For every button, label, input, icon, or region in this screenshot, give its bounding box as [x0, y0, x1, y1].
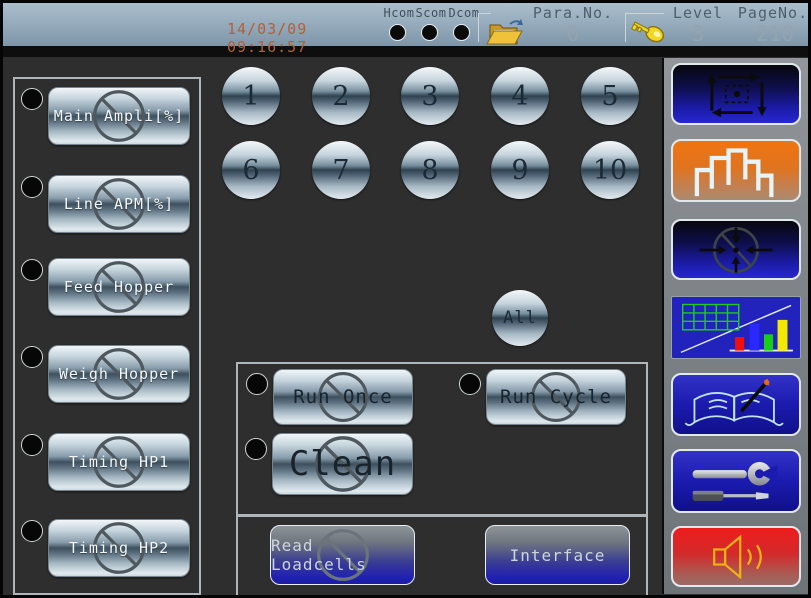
- scom-label: Scom: [413, 6, 449, 20]
- hcom-label: Hcom: [381, 6, 417, 20]
- head-10-button[interactable]: 10: [581, 141, 639, 199]
- scom-indicator-led: [421, 24, 438, 41]
- head-9-button[interactable]: 9: [491, 141, 549, 199]
- head-8-button[interactable]: 8: [401, 141, 459, 199]
- line-apm-button[interactable]: Line APM[%]: [48, 175, 190, 233]
- run-cycle-led: [459, 373, 481, 395]
- run-cycle-button[interactable]: Run Cycle: [486, 369, 626, 425]
- head-7-label: 7: [332, 155, 349, 186]
- head-all-button[interactable]: All: [492, 290, 548, 346]
- para-no-label: Para.No.: [531, 4, 615, 22]
- datetime-display: 14/03/09 09:16:57: [227, 20, 387, 56]
- main-ampli-led: [21, 88, 43, 110]
- open-folder-icon[interactable]: [484, 17, 526, 53]
- log-book-icon: [678, 377, 794, 433]
- hopper-adjust-panel: [13, 77, 201, 595]
- read-loadcells-label: Read Loadcells: [271, 536, 414, 574]
- main-ampli-button[interactable]: Main Ampli[%]: [48, 87, 190, 145]
- timing-hp2-led: [21, 520, 43, 542]
- timing-hp1-label: Timing HP1: [69, 453, 169, 471]
- interface-button[interactable]: Interface: [485, 525, 630, 585]
- dcom-indicator-led: [453, 24, 470, 41]
- nav-hopper-timing-button[interactable]: [671, 139, 801, 202]
- hmi-screen: 14/03/09 09:16:57 Hcom Scom Dcom Para.No…: [0, 0, 811, 598]
- timing-hp2-button[interactable]: Timing HP2: [48, 519, 190, 577]
- speaker-icon: [680, 531, 792, 583]
- head-6-button[interactable]: 6: [222, 141, 280, 199]
- head-10-label: 10: [593, 155, 627, 186]
- weigh-hopper-label: Weigh Hopper: [59, 365, 179, 383]
- head-3-label: 3: [421, 81, 438, 112]
- feed-hopper-led: [21, 259, 43, 281]
- key-icon[interactable]: [627, 19, 669, 53]
- weigh-hopper-button[interactable]: Weigh Hopper: [48, 345, 190, 403]
- head-5-label: 5: [601, 81, 618, 112]
- run-cycle-label: Run Cycle: [500, 386, 612, 408]
- nav-target-converge-button[interactable]: [671, 219, 801, 280]
- head-4-label: 4: [511, 81, 528, 112]
- head-6-label: 6: [242, 155, 259, 186]
- nav-log-book-button[interactable]: [671, 373, 801, 436]
- timing-hp1-led: [21, 434, 43, 456]
- hopper-timing-icon: [680, 144, 792, 198]
- clean-led: [245, 438, 267, 460]
- data-chart-icon: [674, 300, 798, 356]
- line-apm-label: Line APM[%]: [64, 195, 174, 213]
- feed-hopper-label: Feed Hopper: [64, 278, 174, 296]
- head-all-label: All: [503, 308, 537, 328]
- timing-hp2-label: Timing HP2: [69, 539, 169, 557]
- head-5-button[interactable]: 5: [581, 67, 639, 125]
- nav-speaker-button[interactable]: [671, 526, 801, 587]
- main-ampli-label: Main Ampli[%]: [54, 107, 184, 125]
- page-no-label: PageNo.: [737, 4, 809, 22]
- head-3-button[interactable]: 3: [401, 67, 459, 125]
- top-bar-divider: [3, 46, 808, 57]
- clean-button[interactable]: Clean: [272, 433, 413, 495]
- read-loadcells-button[interactable]: Read Loadcells: [270, 525, 415, 585]
- run-once-button[interactable]: Run Once: [273, 369, 413, 425]
- target-converge-icon: [680, 224, 792, 276]
- head-1-label: 1: [242, 81, 259, 112]
- nav-data-chart-button[interactable]: [671, 296, 801, 359]
- weigh-hopper-led: [21, 346, 43, 368]
- head-1-button[interactable]: 1: [222, 67, 280, 125]
- clean-label: Clean: [289, 444, 396, 484]
- nav-tools-button[interactable]: [671, 449, 801, 513]
- head-9-label: 9: [511, 155, 528, 186]
- page-no-value: 210: [751, 22, 799, 46]
- move-cycle-icon: [680, 68, 792, 120]
- hcom-indicator-led: [389, 24, 406, 41]
- para-no-value: 0: [551, 22, 595, 46]
- tools-icon: [678, 453, 794, 509]
- feed-hopper-button[interactable]: Feed Hopper: [48, 258, 190, 316]
- dcom-label: Dcom: [446, 6, 482, 20]
- interface-label: Interface: [510, 546, 606, 565]
- level-value: 3: [683, 22, 713, 46]
- run-once-label: Run Once: [293, 386, 393, 408]
- timing-hp1-button[interactable]: Timing HP1: [48, 433, 190, 491]
- run-once-led: [246, 373, 268, 395]
- head-8-label: 8: [421, 155, 438, 186]
- nav-move-cycle-button[interactable]: [671, 63, 801, 125]
- head-4-button[interactable]: 4: [491, 67, 549, 125]
- line-apm-led: [21, 176, 43, 198]
- head-2-label: 2: [332, 81, 349, 112]
- level-label: Level: [669, 4, 727, 22]
- head-7-button[interactable]: 7: [312, 141, 370, 199]
- head-2-button[interactable]: 2: [312, 67, 370, 125]
